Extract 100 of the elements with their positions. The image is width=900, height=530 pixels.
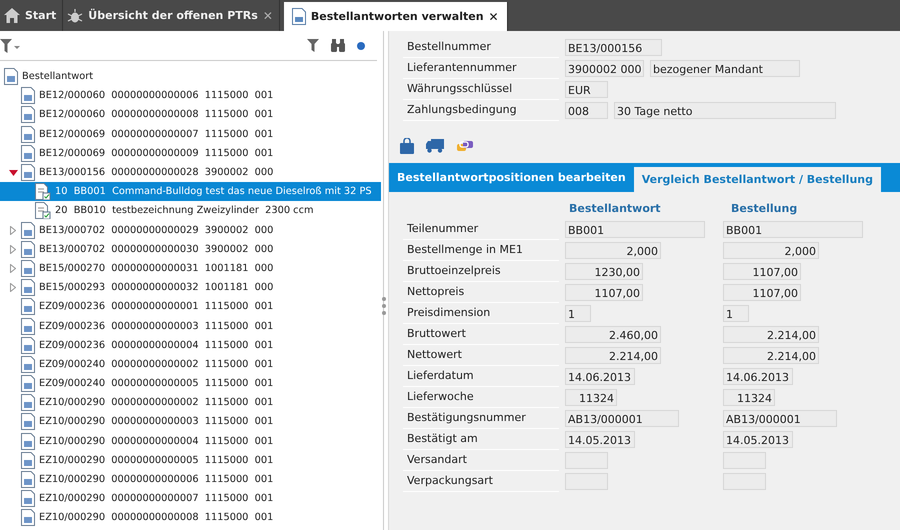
- read-only-field[interactable]: 1107,00: [565, 284, 643, 301]
- read-only-field[interactable]: BB001: [723, 221, 863, 238]
- collapsed-arrow-icon[interactable]: [10, 226, 16, 235]
- tree-item[interactable]: BE13/000702 00000000000029 3900002 000: [0, 220, 383, 240]
- expanded-arrow-icon[interactable]: [8, 170, 18, 176]
- field-label: Bestätigt am: [403, 429, 559, 450]
- close-icon[interactable]: ✕: [262, 8, 273, 22]
- field-label: Bestätigungsnummer: [403, 408, 559, 429]
- field-label: Nettowert: [403, 345, 559, 366]
- tree-item[interactable]: BE15/000293 00000000000032 1001181 000: [0, 278, 383, 298]
- tree-item[interactable]: EZ09/000240 00000000000005 1115000 001: [0, 374, 383, 394]
- document-icon: [21, 375, 35, 392]
- field-label: Preisdimension: [403, 303, 559, 324]
- tree-item[interactable]: BE15/000270 00000000000031 1001181 000: [0, 258, 383, 278]
- read-only-field[interactable]: 2.460,00: [565, 326, 661, 343]
- read-only-field[interactable]: 14.06.2013: [723, 368, 793, 385]
- document-icon: [21, 164, 35, 182]
- document-icon: [21, 87, 35, 104]
- collapsed-arrow-icon[interactable]: [10, 283, 16, 292]
- read-only-field[interactable]: AB13/000001: [565, 410, 679, 427]
- read-only-field[interactable]: [723, 452, 766, 469]
- tree-item[interactable]: 20 BB010 testbezeichnung Zweizylinder 2300 ccm: [0, 201, 381, 220]
- splitter-handle-icon[interactable]: [382, 296, 386, 314]
- collapsed-arrow-icon[interactable]: [10, 264, 16, 273]
- read-only-field[interactable]: 2,000: [723, 242, 819, 259]
- filter-icon[interactable]: [307, 39, 319, 52]
- field-label: Bruttoeinzelpreis: [403, 261, 559, 282]
- field-label: Bestellnummer: [403, 37, 559, 58]
- document-icon: [21, 413, 35, 430]
- tree-item[interactable]: BE12/000069 00000000000007 1115000 001: [0, 124, 383, 144]
- read-only-field[interactable]: 008: [565, 102, 608, 119]
- field-label: Bruttowert: [403, 324, 559, 345]
- field-label: Lieferantennummer: [403, 58, 559, 79]
- close-icon[interactable]: ✕: [488, 10, 499, 24]
- read-only-field[interactable]: 30 Tage netto: [614, 102, 836, 119]
- document-icon: [21, 471, 35, 488]
- tree-item[interactable]: BE13/000156 00000000000028 3900002 000: [0, 162, 383, 182]
- app-tab[interactable]: Bestellantworten verwalten ✕: [284, 2, 508, 31]
- tree-item[interactable]: EZ10/000290 00000000000006 1115000 001: [0, 470, 383, 490]
- document-icon: [292, 8, 306, 25]
- document-icon: [21, 260, 35, 277]
- read-only-field[interactable]: bezogener Mandant: [650, 60, 800, 77]
- read-only-field[interactable]: 14.06.2013: [565, 368, 635, 385]
- read-only-field[interactable]: AB13/000001: [723, 410, 837, 427]
- collapsed-arrow-icon[interactable]: [10, 244, 16, 254]
- tree-item[interactable]: BE13/000702 00000000000030 3900002 000: [0, 240, 383, 259]
- read-only-field[interactable]: 11324: [723, 389, 775, 406]
- read-only-field[interactable]: [723, 473, 766, 490]
- read-only-field[interactable]: 2.214,00: [723, 347, 819, 364]
- tree-item[interactable]: BE12/000060 00000000000006 1115000 001: [0, 86, 383, 106]
- read-only-field[interactable]: 2.214,00: [723, 326, 819, 343]
- tree-item[interactable]: EZ10/000290 00000000000002 1115000 001: [0, 393, 383, 412]
- tree-item[interactable]: BE12/000069 00000000000009 1115000 001: [0, 144, 383, 163]
- read-only-field[interactable]: 11324: [565, 389, 617, 406]
- read-only-field[interactable]: 14.05.2013: [723, 431, 793, 448]
- section-tab[interactable]: Bestellantwortpositionen bearbeiten: [389, 163, 634, 192]
- read-only-field[interactable]: BB001: [565, 221, 705, 238]
- document-icon: [21, 279, 35, 296]
- read-only-field[interactable]: 1: [723, 305, 749, 322]
- read-only-field[interactable]: 1230,00: [565, 263, 643, 280]
- document-icon: [21, 298, 35, 316]
- tree-item[interactable]: EZ10/000290 00000000000004 1115000 001: [0, 432, 383, 451]
- tree-item[interactable]: EZ10/000290 00000000000003 1115000 001: [0, 412, 383, 432]
- document-icon: [21, 126, 35, 143]
- home-icon: [4, 8, 20, 23]
- status-dot-icon: [357, 42, 365, 50]
- tree-item[interactable]: 10 BB001 Command-Bulldog test das neue Dieselroß mit 32 PS: [0, 182, 381, 202]
- read-only-field[interactable]: 2.214,00: [565, 347, 661, 364]
- read-only-field[interactable]: 2,000: [565, 242, 661, 259]
- tree-item[interactable]: BE12/000060 00000000000008 1115000 001: [0, 105, 383, 125]
- read-only-field[interactable]: 14.05.2013: [565, 431, 635, 448]
- tree-root[interactable]: Bestellantwort: [0, 67, 383, 86]
- section-tab[interactable]: Vergleich Bestellantwort / Bestellung: [634, 167, 881, 192]
- read-only-field[interactable]: [565, 473, 608, 490]
- read-only-field[interactable]: [565, 452, 608, 469]
- field-label: Teilenummer: [403, 219, 559, 240]
- tree-item[interactable]: EZ09/000236 00000000000001 1115000 001: [0, 297, 383, 316]
- tree-item[interactable]: EZ09/000236 00000000000004 1115000 001: [0, 336, 383, 355]
- truck-icon[interactable]: [426, 138, 444, 152]
- filter-dropdown-icon[interactable]: [0, 38, 20, 52]
- binoculars-icon[interactable]: [331, 39, 345, 52]
- read-only-field[interactable]: 1107,00: [723, 263, 801, 280]
- read-only-field[interactable]: 3900002 000: [565, 60, 644, 77]
- document-icon: [21, 240, 35, 258]
- read-only-field[interactable]: BE13/000156: [565, 39, 662, 56]
- checked-document-icon: [35, 183, 51, 200]
- tree-item[interactable]: EZ09/000236 00000000000003 1115000 001: [0, 316, 383, 336]
- bug-icon: [67, 8, 84, 24]
- read-only-field[interactable]: 1107,00: [723, 284, 801, 301]
- tree-item[interactable]: EZ09/000240 00000000000002 1115000 001: [0, 354, 383, 374]
- read-only-field[interactable]: 1: [565, 305, 591, 322]
- shopping-bag-icon[interactable]: [400, 138, 414, 154]
- document-icon: [21, 394, 35, 412]
- boxes-icon[interactable]: [456, 138, 474, 152]
- document-icon: [21, 318, 35, 335]
- tree-item[interactable]: EZ10/000290 00000000000005 1115000 001: [0, 450, 383, 470]
- column-heading: Bestellantwort: [568, 202, 662, 215]
- tree-item[interactable]: EZ10/000290 00000000000008 1115000 001: [0, 508, 383, 528]
- tree-item[interactable]: EZ10/000290 00000000000007 1115000 001: [0, 489, 383, 508]
- read-only-field[interactable]: EUR: [565, 81, 608, 98]
